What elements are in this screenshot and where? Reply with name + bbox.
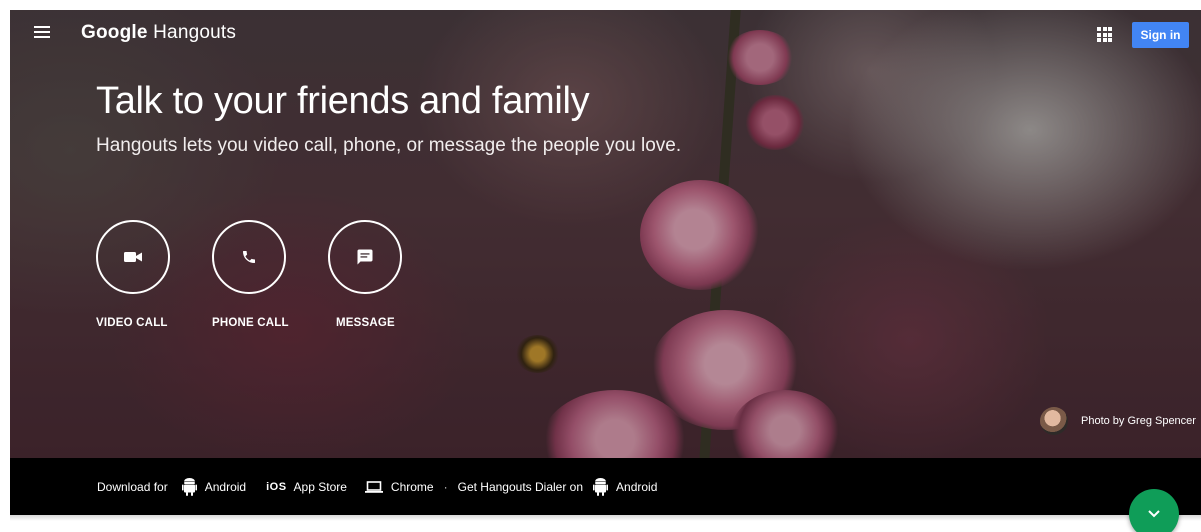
page-headline: Talk to your friends and family [96,80,590,122]
phone-icon [243,251,255,263]
scroll-down-button[interactable] [1129,489,1179,532]
google-hangouts-logo[interactable]: Google Hangouts [81,22,236,44]
hangouts-landing-page: Google Hangouts Sign in Talk to your fri… [0,0,1201,532]
app-store-download-link[interactable]: iOS App Store [266,480,347,494]
phone-call-label[interactable]: PHONE CALL [212,317,289,329]
photo-credit[interactable]: Photo by Greg Spencer [1081,415,1196,427]
message-label[interactable]: MESSAGE [336,317,395,329]
video-call-label[interactable]: VIDEO CALL [96,317,168,329]
logo-product-word: Hangouts [153,22,237,43]
video-call-button[interactable] [96,220,170,294]
download-links: Download for Android iOS App Store Chrom… [97,458,657,515]
page-subheadline: Hangouts lets you video call, phone, or … [96,135,682,156]
android-download-link[interactable]: Android [181,477,247,496]
message-button[interactable] [328,220,402,294]
download-prefix: Download for [97,479,168,494]
android-icon [181,477,197,496]
message-icon [357,249,373,265]
dialer-prefix: Get Hangouts Dialer on [457,479,584,494]
separator-dot: · [443,479,448,494]
chevron-down-icon [1148,510,1160,518]
android-link-label: Android [204,479,247,494]
strip-shadow [10,515,1201,521]
phone-call-button[interactable] [212,220,286,294]
download-bar: Download for Android iOS App Store Chrom… [10,458,1201,515]
logo-google-word: Google [81,22,148,43]
laptop-icon [364,480,383,493]
dialer-android-download-link[interactable]: Android [593,477,658,496]
photographer-avatar[interactable] [1040,407,1068,435]
android-icon [593,477,609,496]
google-apps-grid-icon[interactable] [1097,27,1112,42]
sign-in-button[interactable]: Sign in [1132,22,1189,48]
dialer-android-link-label: Android [616,479,658,494]
chrome-link-label: Chrome [390,479,434,494]
hamburger-menu-icon[interactable] [34,26,50,38]
ios-icon: iOS [266,480,287,493]
hero-background-photo [10,10,1201,458]
videocam-icon [124,252,142,262]
chrome-download-link[interactable]: Chrome [364,479,434,494]
app-store-link-label: App Store [293,479,347,494]
hero-dim-overlay [10,10,1201,458]
